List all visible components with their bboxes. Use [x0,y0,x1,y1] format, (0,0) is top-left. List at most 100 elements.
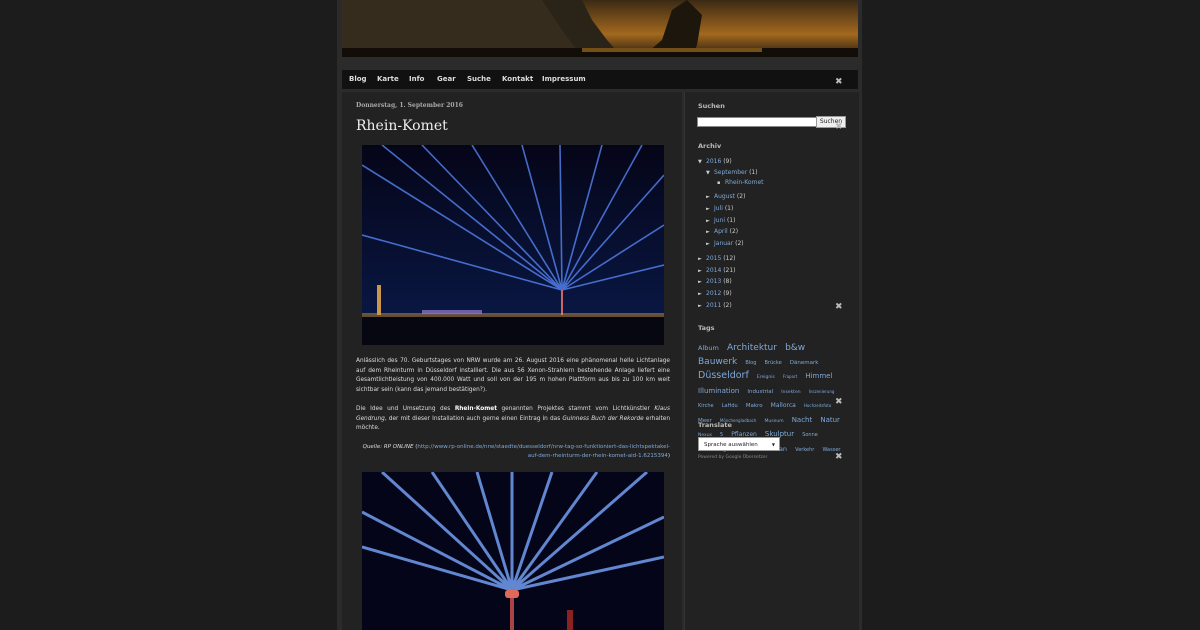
triangle-right-icon[interactable]: ► [706,229,714,235]
archive-item-label[interactable]: 2012 [706,290,721,297]
tag-link[interactable]: Dänemark [790,360,819,366]
archive-item-label[interactable]: September [714,169,747,176]
archive-item-label[interactable]: April [714,228,728,235]
archive-item[interactable]: ► Juli (1) [706,205,733,212]
tag-link[interactable]: Album [698,344,719,352]
tag-link[interactable]: Hochzeitsfoto [804,403,831,408]
bullet-icon[interactable]: ▪ [717,180,725,186]
p2-mid2: , der mit dieser Installation auch gerne… [384,415,563,422]
tag-link[interactable]: Museum [765,419,784,424]
triangle-right-icon[interactable]: ► [706,218,714,224]
tags-title: Tags [698,324,715,332]
nav-kontakt[interactable]: Kontakt [502,75,533,83]
powered-by-google[interactable]: Powered by Google Übersetzer [698,455,767,460]
edit-wrench-icon[interactable]: ✖ [835,452,843,462]
archive-item[interactable]: ▼ 2016 (9) [698,158,732,165]
archive-item-label[interactable]: 2013 [706,278,721,285]
nav-karte[interactable]: Karte [377,75,399,83]
tag-link[interactable]: Makro [746,403,763,409]
post-photo-1[interactable] [362,145,664,345]
tag-link[interactable]: Architektur [727,343,777,353]
tag-link[interactable]: Inszenierung [809,389,835,394]
triangle-down-icon[interactable]: ▼ [706,170,714,176]
edit-wrench-icon[interactable]: ✖ [835,122,843,132]
archive-item[interactable]: ▼ September (1) [706,169,758,176]
tag-link[interactable]: Brücke [764,360,781,366]
archive-item[interactable]: ► 2013 (8) [698,278,732,285]
archive-item[interactable]: ► August (2) [706,193,745,200]
tag-link[interactable]: Natur [820,416,840,424]
archive-item-count: (8) [721,278,732,285]
triangle-down-icon[interactable]: ▼ [698,159,706,165]
archive-item-label[interactable]: 2016 [706,158,721,165]
archive-item[interactable]: ▪ Rhein-Komet [717,179,764,186]
tag-link[interactable]: Blog [745,360,756,366]
tag-link[interactable]: Nacht [792,416,813,424]
archive-item-label[interactable]: Juli [714,205,723,212]
tag-link[interactable]: Bauwerk [698,357,737,367]
tag-link[interactable]: Ereignis [757,375,775,380]
search-input[interactable] [697,117,817,127]
archive-item-label[interactable]: August [714,193,735,200]
search-title: Suchen [698,102,725,110]
tag-link[interactable]: Industrial [747,389,773,395]
tag-link[interactable]: LaHdu [722,403,738,409]
archive-item-label[interactable]: Juni [714,217,725,224]
tag-link[interactable]: Fraport [783,374,797,379]
tag-link[interactable]: Düsseldorf [698,370,749,381]
triangle-right-icon[interactable]: ► [706,206,714,212]
archive-item-count: (9) [721,290,732,297]
language-select-label: Sprache auswählen [704,442,758,448]
archive-item-label[interactable]: 2011 [706,302,721,309]
archive-item[interactable]: ► 2012 (9) [698,290,732,297]
edit-wrench-icon[interactable]: ✖ [835,302,843,312]
post-paragraph-2: Die Idee und Umsetzung des Rhein-Komet g… [356,405,670,434]
triangle-right-icon[interactable]: ► [706,194,714,200]
nav-blog[interactable]: Blog [349,75,367,83]
header-image[interactable] [342,0,858,57]
edit-wrench-icon[interactable]: ✖ [835,77,843,87]
chevron-down-icon: ▼ [771,442,775,447]
nav-impressum[interactable]: Impressum [542,75,586,83]
archive-item-label[interactable]: 2014 [706,267,721,274]
tag-link[interactable]: Sonne [802,432,818,438]
language-select[interactable]: Sprache auswählen ▼ [698,437,780,451]
p2-pre: Die Idee und Umsetzung des [356,406,455,412]
post-date: Donnerstag, 1. September 2016 [356,102,463,109]
post-source-quote: Quelle: RP ONLINE (http://www.rp-online.… [362,444,670,459]
archive-item-count: (9) [721,158,732,165]
triangle-right-icon[interactable]: ► [706,241,714,247]
tag-link[interactable]: Himmel [805,372,832,380]
nav-suche[interactable]: Suche [467,75,491,83]
archive-item[interactable]: ► Juni (1) [706,217,735,224]
archive-item-count: (12) [721,255,736,262]
archive-item[interactable]: ► 2014 (21) [698,267,736,274]
archive-item[interactable]: ► 2011 (2) [698,302,732,309]
archive-item-label[interactable]: 2015 [706,255,721,262]
post-title[interactable]: Rhein-Komet [356,118,448,134]
tag-link[interactable]: Verkehr [795,447,814,453]
post-photo-2[interactable] [362,472,664,630]
tag-link[interactable]: Illumination [698,387,739,395]
header-landscape-art [342,0,858,57]
tag-link[interactable]: Mallorca [771,402,796,409]
tag-link[interactable]: b&w [785,343,805,353]
triangle-right-icon[interactable]: ► [698,303,706,309]
tag-link[interactable]: Insekten [781,390,800,395]
edit-wrench-icon[interactable]: ✖ [835,397,843,407]
triangle-right-icon[interactable]: ► [698,268,706,274]
archive-item-label[interactable]: Januar [714,240,733,247]
archive-item[interactable]: ► April (2) [706,228,738,235]
quote-link[interactable]: http://www.rp-online.de/nrw/staedte/dues… [417,444,670,459]
tag-link[interactable]: Kirche [698,403,714,409]
triangle-right-icon[interactable]: ► [698,256,706,262]
nav-gear[interactable]: Gear [437,75,456,83]
triangle-right-icon[interactable]: ► [698,291,706,297]
triangle-right-icon[interactable]: ► [698,279,706,285]
archive-item[interactable]: ► 2015 (12) [698,255,736,262]
archive-item-count: (2) [727,228,739,235]
nav-info[interactable]: Info [409,75,424,83]
archive-item-count: (2) [733,240,744,247]
archive-item-label[interactable]: Rhein-Komet [725,179,764,186]
archive-item[interactable]: ► Januar (2) [706,240,744,247]
